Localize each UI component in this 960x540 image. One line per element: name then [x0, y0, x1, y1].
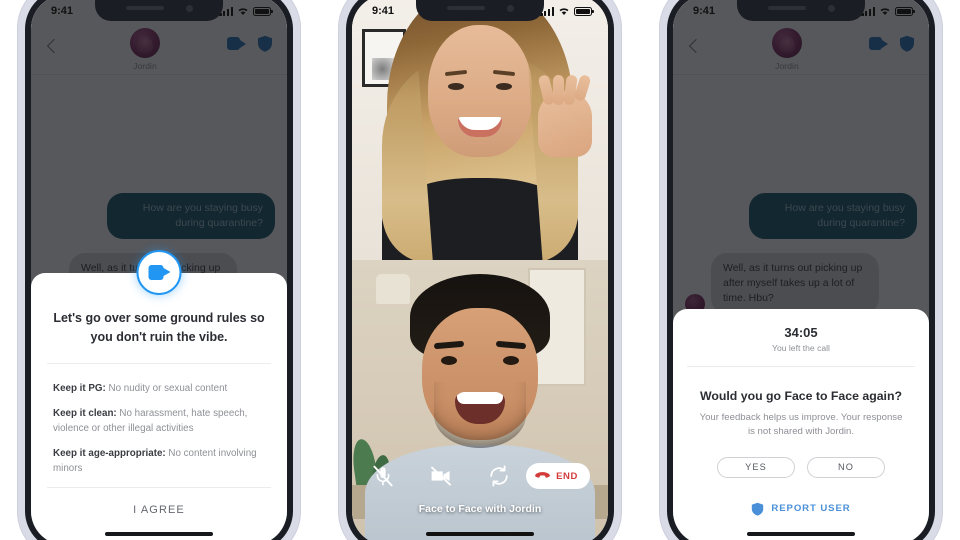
call-duration: 34:05 — [784, 325, 818, 340]
speaker-grille — [767, 6, 806, 10]
call-controls: END — [352, 463, 608, 489]
rule-item: Keep it age-appropriate: No content invo… — [53, 447, 265, 476]
background-lamp — [376, 274, 410, 304]
wifi-icon — [238, 8, 248, 16]
speaker-grille — [125, 6, 164, 10]
eyebrow — [433, 340, 465, 350]
phone1-screen: Jordin How are you staying busy during q… — [31, 0, 287, 540]
status-icons — [219, 6, 273, 16]
feedback-help-text: Your feedback helps us improve. Your res… — [699, 412, 903, 437]
divider — [687, 366, 915, 367]
report-user-button[interactable]: REPORT USER — [673, 502, 929, 516]
front-camera — [185, 4, 193, 12]
eye — [496, 83, 512, 90]
video-call-screen: END Face to Face with Jordin — [352, 0, 608, 540]
home-indicator — [747, 532, 855, 536]
mouth — [458, 117, 502, 137]
eye — [448, 83, 464, 90]
battery-icon — [895, 6, 915, 16]
speaker-grille — [446, 6, 485, 10]
rule-label: Keep it age-appropriate: — [53, 448, 166, 460]
phone-hangup-icon — [535, 471, 550, 478]
battery-icon — [574, 6, 594, 16]
ground-rules-list: Keep it PG: No nudity or sexual content … — [31, 364, 287, 476]
rule-label: Keep it clean: — [53, 408, 117, 420]
rule-item: Keep it PG: No nudity or sexual content — [53, 382, 265, 396]
status-time: 9:41 — [372, 5, 395, 17]
eyebrow — [444, 69, 468, 77]
feedback-question: Would you go Face to Face again? — [699, 389, 902, 403]
end-call-label: END — [556, 470, 578, 482]
video-off-icon[interactable] — [428, 463, 454, 489]
eye — [503, 356, 519, 365]
status-icons — [861, 6, 915, 16]
call-status-text: You left the call — [772, 343, 830, 353]
wifi-icon — [880, 8, 890, 16]
call-title-label: Face to Face with Jordin — [418, 503, 542, 515]
person-torso — [365, 445, 595, 540]
flip-camera-icon[interactable] — [486, 463, 512, 489]
eyebrow — [495, 340, 527, 350]
no-button[interactable]: NO — [807, 456, 885, 478]
waving-hand — [537, 73, 592, 157]
front-camera — [506, 4, 514, 12]
status-icons — [540, 6, 594, 16]
end-call-button[interactable]: END — [526, 463, 590, 489]
local-video-feed — [352, 260, 608, 540]
rule-text: No nudity or sexual content — [105, 383, 228, 394]
mic-off-icon[interactable] — [370, 463, 396, 489]
front-camera — [827, 4, 835, 12]
phone2-screen: END Face to Face with Jordin 9:41 — [352, 0, 608, 540]
rule-label: Keep it PG: — [53, 383, 106, 394]
notch — [737, 0, 865, 21]
phone3-screen: Jordin How are you staying busy during q… — [673, 0, 929, 540]
video-badge — [136, 250, 182, 295]
battery-icon — [253, 6, 273, 16]
feedback-answer-buttons: YES NO — [673, 456, 929, 478]
person-face — [428, 25, 532, 157]
phone-mockup-video-call: END Face to Face with Jordin 9:41 — [339, 0, 621, 540]
eyebrow — [492, 69, 516, 77]
notch — [95, 0, 223, 21]
i-agree-button[interactable]: I AGREE — [31, 488, 287, 532]
eye — [441, 356, 457, 365]
video-camera-icon — [148, 265, 170, 280]
screenshot-stage: Jordin How are you staying busy during q… — [0, 0, 960, 540]
phone-mockup-feedback: Jordin How are you staying busy during q… — [660, 0, 942, 540]
shield-icon — [752, 502, 764, 516]
home-indicator — [105, 532, 213, 536]
notch — [416, 0, 544, 21]
ground-rules-modal: Let's go over some ground rules so you d… — [31, 250, 287, 540]
home-indicator — [426, 532, 534, 536]
person-face — [422, 308, 538, 440]
status-time: 9:41 — [693, 5, 716, 17]
phone-mockup-ground-rules: Jordin How are you staying busy during q… — [18, 0, 300, 540]
remote-video-feed — [352, 0, 608, 260]
status-time: 9:41 — [51, 5, 74, 17]
feedback-modal: 34:05 You left the call Would you go Fac… — [673, 309, 929, 540]
wifi-icon — [559, 8, 569, 16]
yes-button[interactable]: YES — [717, 456, 795, 478]
rule-item: Keep it clean: No harassment, hate speec… — [53, 407, 265, 436]
report-user-label: REPORT USER — [771, 503, 851, 515]
